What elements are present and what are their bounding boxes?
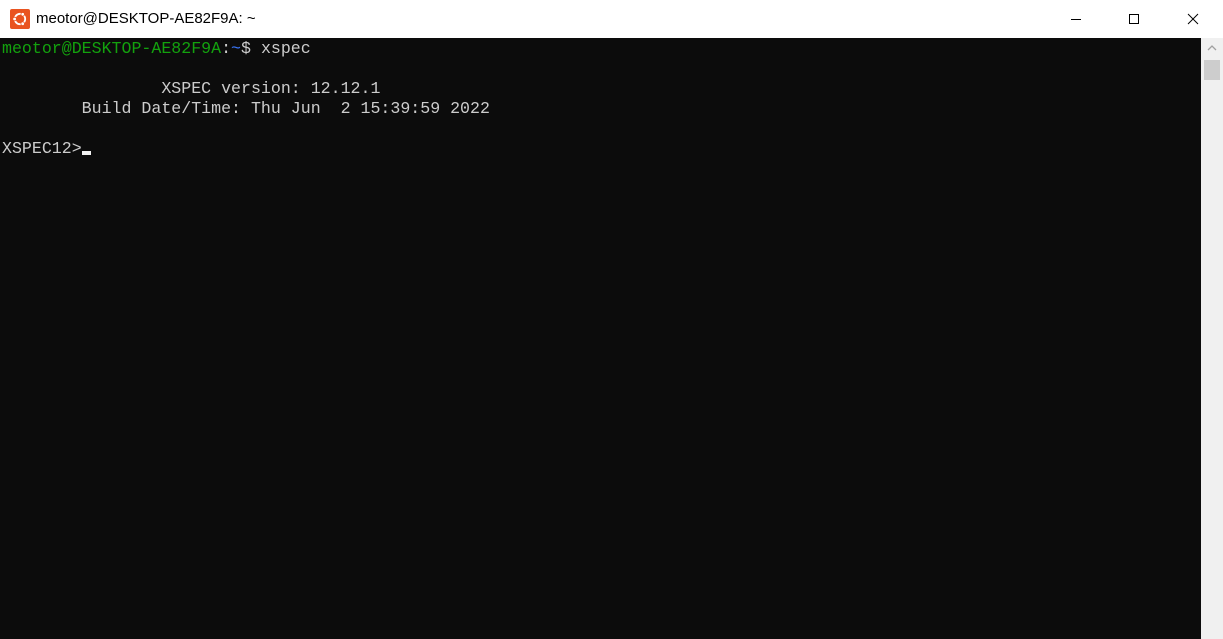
close-icon [1187, 13, 1199, 25]
shell-prompt-line: meotor@DESKTOP-AE82F9A:~$ xspec [2, 39, 311, 59]
window-title: meotor@DESKTOP-AE82F9A: ~ [36, 10, 256, 27]
prompt-user-host: meotor@DESKTOP-AE82F9A [2, 39, 222, 58]
scrollbar-thumb[interactable] [1204, 60, 1220, 80]
ubuntu-icon [10, 9, 30, 29]
terminal-window: meotor@DESKTOP-AE82F9A: ~ meotor@DESKTOP… [0, 0, 1223, 639]
prompt-separator: : [221, 39, 232, 58]
terminal-output[interactable]: meotor@DESKTOP-AE82F9A:~$ xspec XSPEC ve… [0, 38, 1201, 639]
text-cursor [81, 151, 91, 155]
minimize-icon [1071, 19, 1081, 20]
vertical-scrollbar[interactable] [1201, 38, 1223, 639]
xspec-build-date-line: Build Date/Time: Thu Jun 2 15:39:59 2022 [2, 99, 490, 118]
minimize-button[interactable] [1047, 0, 1105, 38]
prompt-command: xspec [260, 39, 311, 58]
maximize-button[interactable] [1105, 0, 1163, 38]
xspec-version-line: XSPEC version: 12.12.1 [2, 79, 381, 98]
xspec-prompt: XSPEC12> [2, 139, 82, 158]
chevron-up-icon [1207, 45, 1217, 51]
xspec-prompt-line[interactable]: XSPEC12> [2, 139, 91, 159]
title-bar[interactable]: meotor@DESKTOP-AE82F9A: ~ [0, 0, 1223, 38]
maximize-icon [1129, 14, 1139, 24]
prompt-symbol: $ [241, 39, 261, 58]
prompt-path: ~ [231, 39, 242, 58]
scroll-up-button[interactable] [1201, 38, 1223, 58]
close-button[interactable] [1163, 0, 1223, 38]
